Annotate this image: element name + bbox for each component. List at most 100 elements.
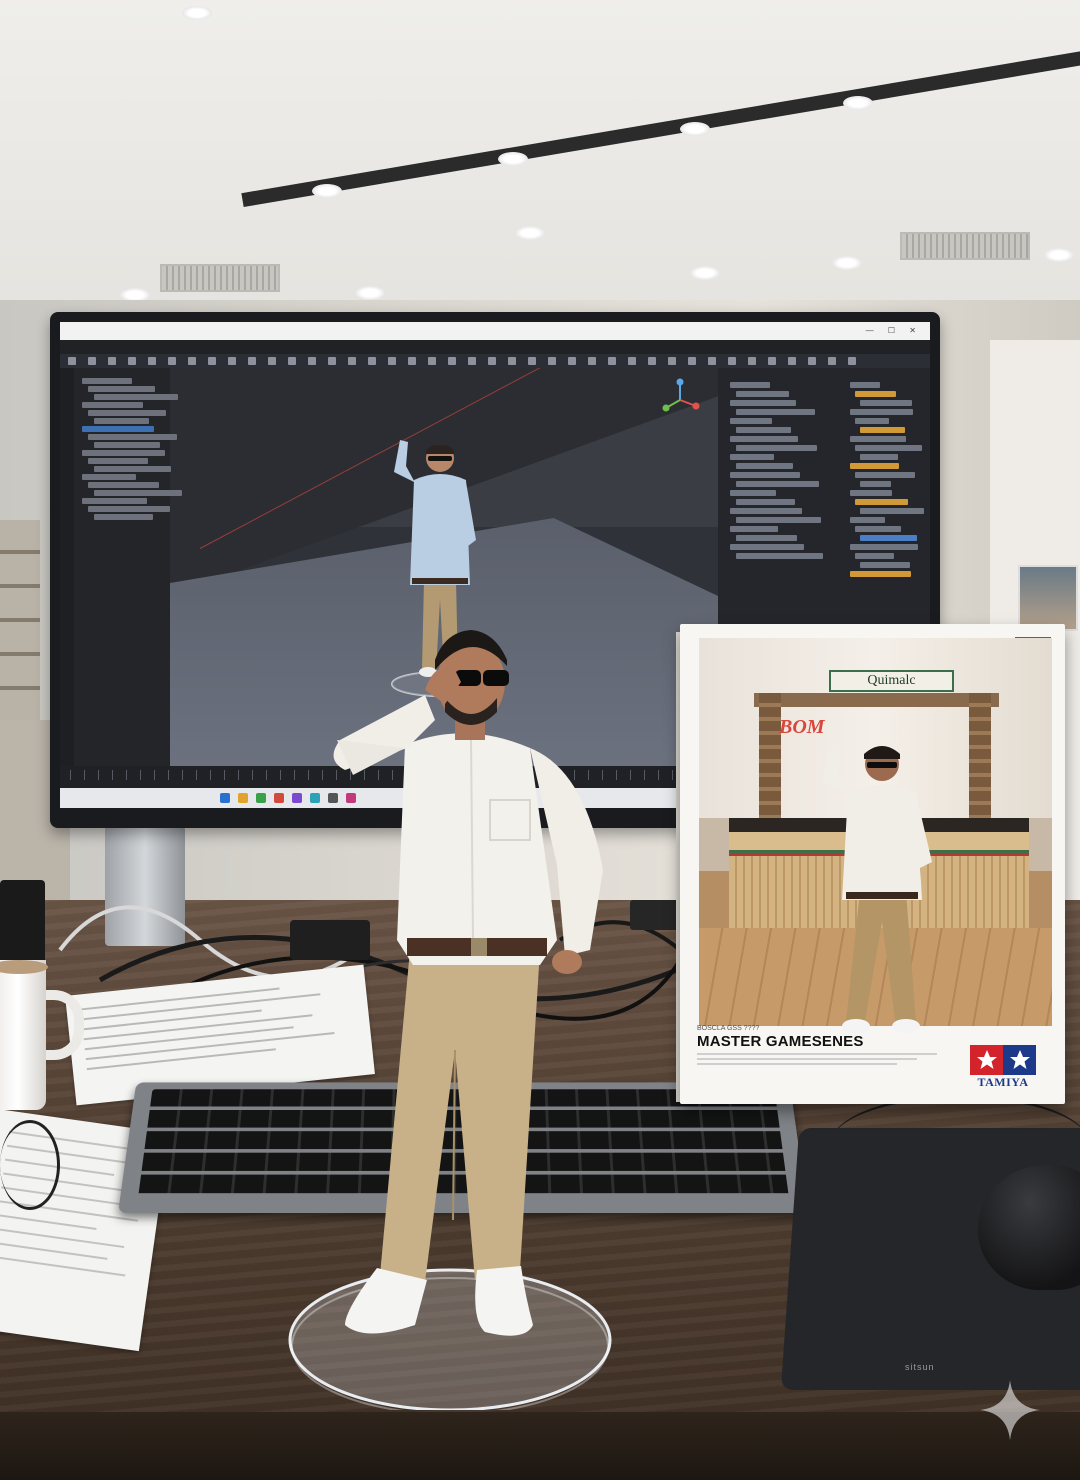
scene-tree-item[interactable]	[860, 508, 924, 514]
scene-tree-item[interactable]	[860, 427, 905, 433]
app-toolbar[interactable]	[60, 354, 930, 368]
scene-tree-item[interactable]	[860, 400, 912, 406]
scene-tree-item[interactable]	[860, 535, 917, 541]
toolbar-button[interactable]	[648, 357, 656, 365]
outliner-item[interactable]	[94, 394, 178, 400]
toolbar-button[interactable]	[548, 357, 556, 365]
scene-tree-item[interactable]	[855, 526, 901, 532]
app-menu-bar[interactable]	[60, 340, 930, 354]
outliner-item[interactable]	[88, 410, 166, 416]
toolbar-button[interactable]	[848, 357, 856, 365]
scene-tree-item[interactable]	[850, 463, 899, 469]
property-row[interactable]	[736, 445, 817, 451]
toolbar-button[interactable]	[508, 357, 516, 365]
toolbar-button[interactable]	[368, 357, 376, 365]
toolbar-button[interactable]	[328, 357, 336, 365]
outliner-item[interactable]	[82, 474, 136, 480]
toolbar-button[interactable]	[308, 357, 316, 365]
property-row[interactable]	[730, 472, 800, 478]
toolbar-button[interactable]	[608, 357, 616, 365]
property-row[interactable]	[736, 427, 791, 433]
scene-tree-item[interactable]	[850, 490, 892, 496]
property-row[interactable]	[730, 436, 798, 442]
outliner-item[interactable]	[94, 514, 153, 520]
outliner-item[interactable]	[82, 498, 147, 504]
outliner-item[interactable]	[82, 402, 143, 408]
toolbar-button[interactable]	[428, 357, 436, 365]
property-row[interactable]	[736, 553, 823, 559]
tool-strip[interactable]	[60, 368, 74, 768]
toolbar-button[interactable]	[88, 357, 96, 365]
toolbar-button[interactable]	[288, 357, 296, 365]
property-row[interactable]	[730, 418, 772, 424]
toolbar-button[interactable]	[808, 357, 816, 365]
outliner-item[interactable]	[82, 378, 132, 384]
toolbar-button[interactable]	[168, 357, 176, 365]
taskbar-app-icon[interactable]	[274, 793, 284, 803]
scene-tree-item[interactable]	[850, 571, 911, 577]
property-row[interactable]	[736, 391, 789, 397]
toolbar-button[interactable]	[68, 357, 76, 365]
property-row[interactable]	[730, 454, 774, 460]
outliner-item[interactable]	[94, 442, 160, 448]
scene-tree-item[interactable]	[850, 382, 880, 388]
property-row[interactable]	[730, 544, 804, 550]
scene-tree-item[interactable]	[860, 481, 891, 487]
toolbar-button[interactable]	[128, 357, 136, 365]
toolbar-button[interactable]	[688, 357, 696, 365]
toolbar-button[interactable]	[108, 357, 116, 365]
toolbar-button[interactable]	[448, 357, 456, 365]
toolbar-button[interactable]	[728, 357, 736, 365]
toolbar-button[interactable]	[628, 357, 636, 365]
property-row[interactable]	[730, 400, 796, 406]
toolbar-button[interactable]	[768, 357, 776, 365]
outliner-item[interactable]	[82, 450, 165, 456]
scene-tree-item[interactable]	[850, 544, 918, 550]
outliner-item[interactable]	[88, 434, 177, 440]
property-row[interactable]	[730, 490, 776, 496]
toolbar-button[interactable]	[408, 357, 416, 365]
scene-tree-item[interactable]	[855, 499, 908, 505]
taskbar-app-icon[interactable]	[256, 793, 266, 803]
taskbar-app-icon[interactable]	[238, 793, 248, 803]
toolbar-button[interactable]	[568, 357, 576, 365]
toolbar-button[interactable]	[588, 357, 596, 365]
taskbar-app-icon[interactable]	[220, 793, 230, 803]
scene-tree-item[interactable]	[855, 553, 894, 559]
property-row[interactable]	[736, 499, 795, 505]
toolbar-button[interactable]	[228, 357, 236, 365]
toolbar-button[interactable]	[468, 357, 476, 365]
toolbar-button[interactable]	[208, 357, 216, 365]
outliner-item[interactable]	[88, 458, 148, 464]
scene-tree-item[interactable]	[860, 562, 910, 568]
property-row[interactable]	[736, 517, 821, 523]
scene-tree-item[interactable]	[850, 517, 885, 523]
outliner-item[interactable]	[94, 418, 149, 424]
property-row[interactable]	[730, 508, 802, 514]
window-controls[interactable]: — ☐ ✕	[866, 322, 922, 340]
toolbar-button[interactable]	[788, 357, 796, 365]
toolbar-button[interactable]	[488, 357, 496, 365]
toolbar-button[interactable]	[268, 357, 276, 365]
scene-tree-item[interactable]	[855, 391, 896, 397]
scene-tree-item[interactable]	[850, 436, 906, 442]
toolbar-button[interactable]	[528, 357, 536, 365]
toolbar-button[interactable]	[388, 357, 396, 365]
toolbar-button[interactable]	[668, 357, 676, 365]
property-row[interactable]	[736, 463, 793, 469]
toolbar-button[interactable]	[748, 357, 756, 365]
outliner-item[interactable]	[82, 426, 154, 432]
property-row[interactable]	[736, 409, 815, 415]
outliner-item[interactable]	[88, 506, 170, 512]
toolbar-button[interactable]	[348, 357, 356, 365]
outliner-item[interactable]	[88, 386, 155, 392]
outliner-item[interactable]	[88, 482, 159, 488]
scene-tree-item[interactable]	[850, 409, 913, 415]
scene-tree-item[interactable]	[860, 454, 898, 460]
toolbar-button[interactable]	[248, 357, 256, 365]
property-row[interactable]	[736, 535, 797, 541]
toolbar-button[interactable]	[188, 357, 196, 365]
scene-tree-item[interactable]	[855, 418, 889, 424]
outliner-item[interactable]	[94, 466, 171, 472]
scene-tree-item[interactable]	[855, 445, 922, 451]
